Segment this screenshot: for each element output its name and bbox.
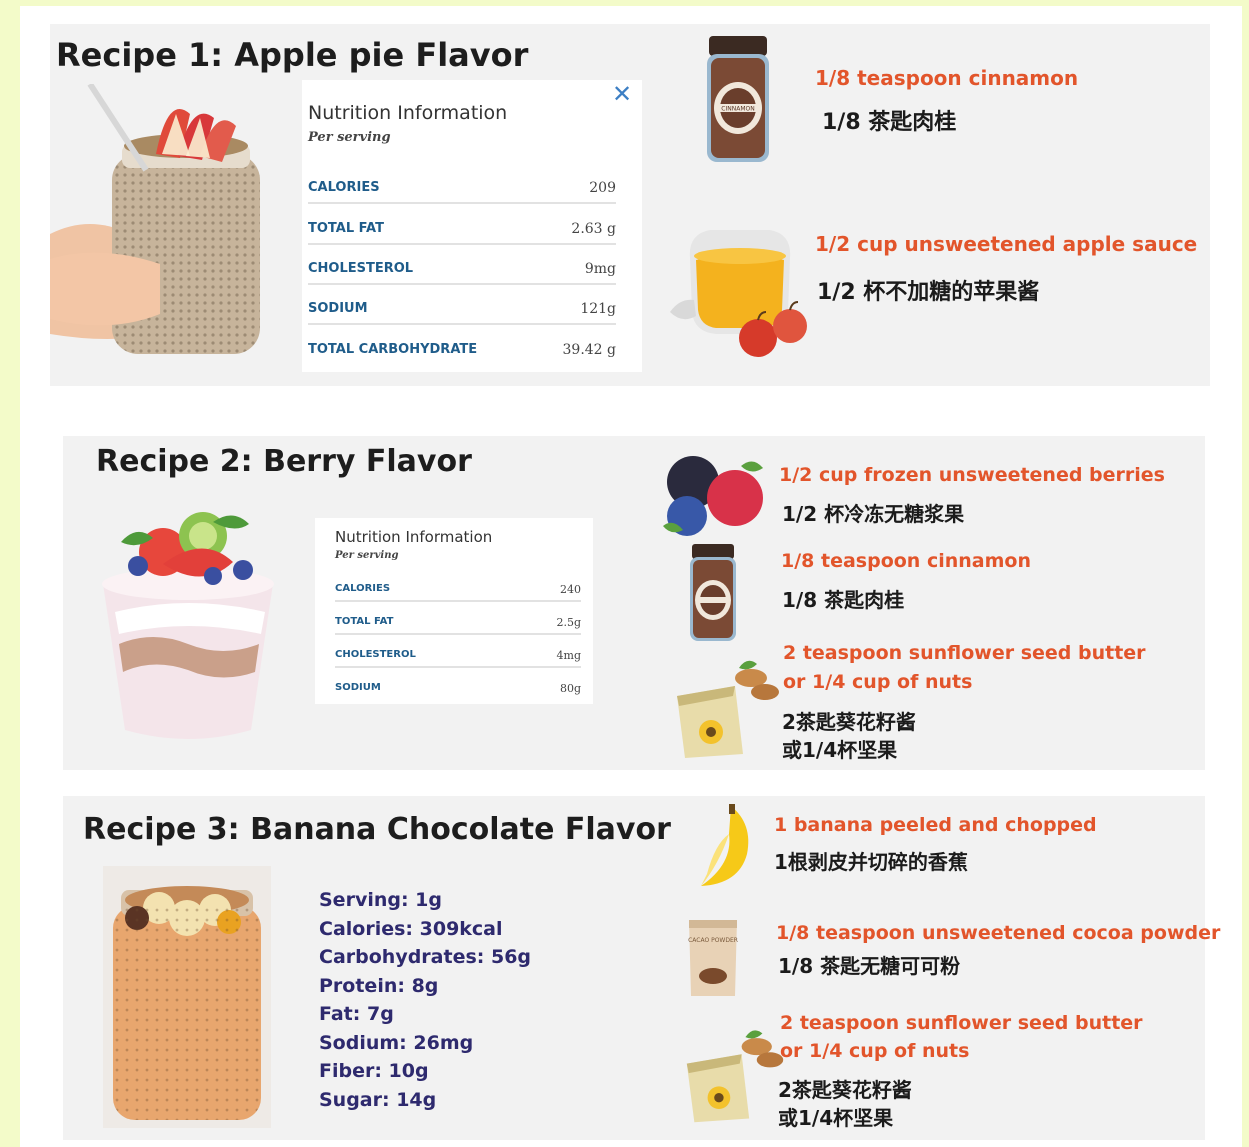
nutrient-value: 9mg (584, 261, 616, 277)
close-icon[interactable]: ✕ (612, 82, 632, 106)
nutrient-value: 4mg (556, 649, 581, 662)
nutrient-label: SODIUM (335, 682, 381, 693)
cacao-powder-bag-icon: CACAO POWDER (688, 920, 738, 996)
nutrient-value: 121g (580, 301, 616, 317)
nutrition-panel: ✕ Nutrition Information Per serving CALO… (302, 80, 642, 372)
jar-label: CINNAMON (721, 106, 754, 113)
nutrient-label: CALORIES (308, 180, 380, 195)
nutrient-label: TOTAL CARBOHYDRATE (308, 342, 478, 357)
nutrition-heading: Nutrition Information (308, 102, 508, 124)
ingredient-text-alt: or 1/4 cup of nuts (783, 671, 973, 693)
stat-sugar: Sugar: 14g (319, 1088, 437, 1111)
recipe-title: Recipe 2: Berry Flavor (96, 444, 472, 479)
cacao-bag-label: CACAO POWDER (688, 937, 738, 944)
ingredient-text: 2 teaspoon sunflower seed butter (783, 642, 1146, 664)
cinnamon-jar-icon (690, 544, 736, 641)
nutrient-label: SODIUM (308, 301, 368, 316)
stat-calories: Calories: 309kcal (319, 917, 503, 940)
nutrient-label: CHOLESTEROL (308, 261, 414, 276)
nutrition-row: SODIUM 80g (335, 679, 581, 699)
nutrition-row: SODIUM 121g (308, 297, 616, 325)
berry-parfait-image (102, 512, 274, 739)
banana-oats-jar-image (103, 866, 271, 1128)
ingredient-translation: 2茶匙葵花籽酱 (782, 710, 916, 734)
banana-icon (701, 804, 749, 886)
ingredient-translation: 1/2 杯不加糖的苹果酱 (817, 280, 1040, 305)
stat-serving: Serving: 1g (319, 889, 442, 911)
ingredient-translation: 1根剥皮并切碎的香蕉 (774, 850, 968, 874)
nutrition-row: TOTAL FAT 2.5g (335, 613, 581, 635)
recipe-card-banana-chocolate: Recipe 3: Banana Chocolate Flavor Servin… (63, 796, 1220, 1140)
nutrition-heading: Nutrition Information (335, 528, 493, 546)
nutrient-label: CHOLESTEROL (335, 649, 416, 660)
ingredient-text: 1/8 teaspoon cinnamon (781, 550, 1031, 572)
nutrition-row: TOTAL FAT 2.63 g (308, 217, 616, 245)
recipe-title: Recipe 1: Apple pie Flavor (56, 36, 529, 74)
ingredient-translation: 2茶匙葵花籽酱 (778, 1078, 912, 1102)
nutrition-row: CHOLESTEROL 9mg (308, 257, 616, 285)
stat-fat: Fat: 7g (319, 1003, 394, 1025)
nutrient-value: 2.5g (556, 616, 581, 629)
nutrition-row: CHOLESTEROL 4mg (335, 646, 581, 668)
ingredient-translation: 1/2 杯冷冻无糖浆果 (782, 502, 965, 526)
ingredient-text: 1/2 cup unsweetened apple sauce (815, 232, 1198, 256)
ingredient-text: 1/2 cup frozen unsweetened berries (779, 464, 1165, 486)
nutrient-value: 240 (560, 583, 581, 596)
page: Recipe 1: Apple pie Flavor ✕ Nutrition I… (20, 6, 1242, 1147)
ingredient-translation-alt: 或1/4杯坚果 (782, 738, 898, 762)
recipe-card-apple-pie: Recipe 1: Apple pie Flavor ✕ Nutrition I… (50, 24, 1210, 386)
cinnamon-jar-icon: CINNAMON (707, 36, 769, 162)
nutrition-row: CALORIES 209 (308, 176, 616, 204)
nutrient-value: 2.63 g (571, 221, 616, 237)
recipe-title: Recipe 3: Banana Chocolate Flavor (83, 812, 671, 847)
ingredient-text: 1/8 teaspoon cinnamon (815, 66, 1079, 90)
per-serving-label: Per serving (308, 130, 391, 145)
ingredient-translation: 1/8 茶匙无糖可可粉 (778, 954, 961, 978)
stat-protein: Protein: 8g (319, 974, 439, 997)
ingredient-translation: 1/8 茶匙肉桂 (822, 110, 957, 135)
ingredient-text-alt: or 1/4 cup of nuts (780, 1040, 970, 1062)
stat-sodium: Sodium: 26mg (319, 1031, 474, 1054)
per-serving-label: Per serving (335, 550, 399, 561)
ingredient-translation-alt: 或1/4杯坚果 (778, 1106, 894, 1130)
ingredient-text: 1/8 teaspoon unsweetened cocoa powder (776, 922, 1221, 944)
nutrition-row: TOTAL CARBOHYDRATE 39.42 g (308, 338, 616, 364)
nutrient-value: 209 (589, 180, 616, 196)
nutrient-label: TOTAL FAT (308, 221, 384, 236)
ingredient-translation: 1/8 茶匙肉桂 (782, 588, 905, 612)
nutrient-label: TOTAL FAT (335, 616, 394, 627)
apple-oats-jar-image (50, 84, 260, 354)
recipe-card-berry: Recipe 2: Berry Flavor Nutrition Informa… (63, 436, 1205, 770)
stat-fiber: Fiber: 10g (319, 1060, 429, 1082)
nutrient-label: CALORIES (335, 583, 391, 594)
ingredient-text: 1 banana peeled and chopped (774, 814, 1097, 836)
stat-carbohydrates: Carbohydrates: 56g (319, 946, 532, 968)
sunflower-seed-bag-icon (686, 1030, 784, 1123)
nutrient-value: 39.42 g (562, 342, 617, 358)
apple-sauce-jar-icon (670, 230, 807, 357)
ingredient-text: 2 teaspoon sunflower seed butter (780, 1012, 1143, 1034)
nutrient-value: 80g (559, 682, 581, 695)
nutrition-stats: Serving: 1g Calories: 309kcal Carbohydra… (319, 886, 531, 1114)
nutrition-row: CALORIES 240 (335, 580, 581, 602)
nutrition-panel: Nutrition Information Per serving CALORI… (315, 518, 593, 704)
berries-icon (663, 456, 763, 536)
sunflower-seed-bag-icon (677, 660, 779, 758)
